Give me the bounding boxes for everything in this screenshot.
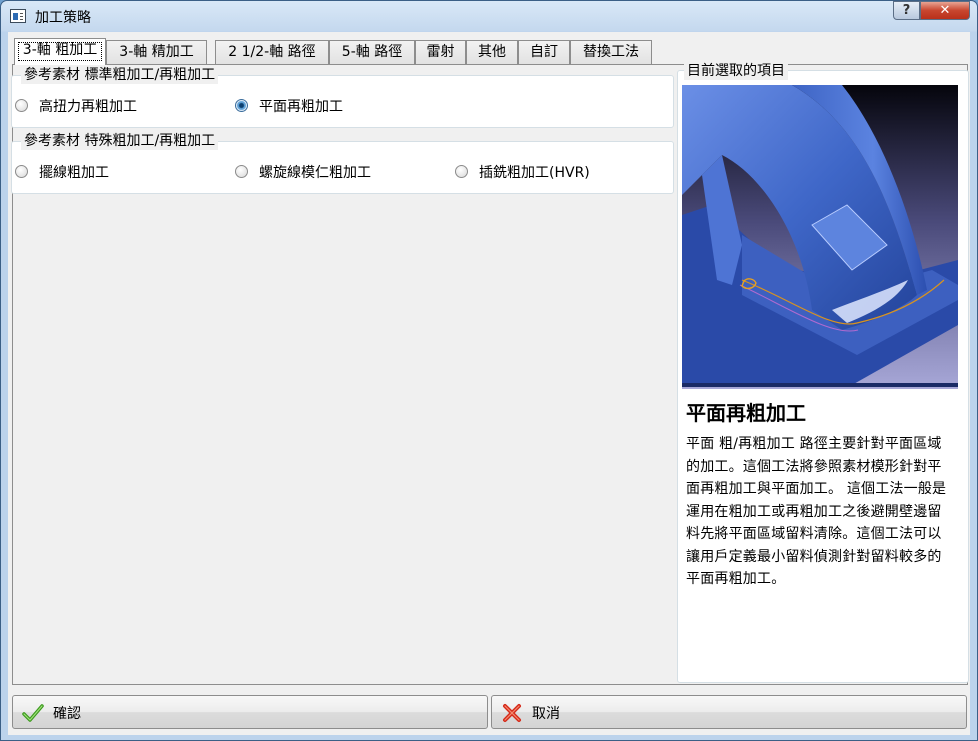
tab-5axis-path[interactable]: 5-軸 路徑 [329, 40, 415, 64]
radio-label: 螺旋線模仁粗加工 [259, 165, 371, 181]
radio-label: 高扭力再粗加工 [39, 99, 137, 115]
radio-selected-icon [235, 99, 248, 112]
group-standard-roughing: 參考素材 標準粗加工/再粗加工 高扭力再粗加工 平面再粗加工 [11, 66, 674, 128]
group-title: 參考素材 特殊粗加工/再粗加工 [21, 132, 219, 150]
tab-label: 其他 [478, 44, 506, 60]
tab-other[interactable]: 其他 [466, 40, 518, 64]
radio-unselected-icon [235, 165, 248, 178]
tab-label: 3-軸 精加工 [119, 44, 194, 60]
description-line: 面再粗加工與平面加工。 這個工法一般是 [686, 481, 947, 497]
help-button[interactable]: ? [893, 1, 920, 20]
tab-label: 2 1/2-軸 路徑 [228, 44, 316, 60]
description-line: 運用在粗加工或再粗加工之後避開壁邊留 [686, 503, 942, 520]
description-line: 料先將平面區域留料清除。這個工法可以 [686, 526, 942, 542]
cancel-button-label: 取消 [532, 706, 560, 722]
tab-laser[interactable]: 雷射 [415, 40, 466, 64]
description-line: 讓用戶定義最小留料偵測針對留料較多的 [686, 548, 942, 565]
radio-unselected-icon [15, 165, 28, 178]
tab-panel: 參考素材 標準粗加工/再粗加工 高扭力再粗加工 平面再粗加工 參考素材 特殊粗加… [11, 62, 969, 685]
app-icon [10, 9, 26, 23]
radio-label: 平面再粗加工 [259, 99, 343, 115]
tab-3axis-finishing[interactable]: 3-軸 精加工 [106, 40, 207, 64]
radio-spiral-core-roughing[interactable]: 螺旋線模仁粗加工 [235, 163, 425, 183]
radio-plunge-roughing-hvr[interactable]: 插銑粗加工(HVR) [455, 163, 645, 183]
cancel-x-icon [503, 704, 521, 722]
close-button[interactable]: ✕ [920, 1, 970, 20]
preview-description: 平面 粗/再粗加工 路徑主要針對平面區域 的加工。這個工法將參照素材模形針對平 … [686, 433, 962, 591]
tab-custom[interactable]: 自訂 [518, 40, 570, 64]
radio-label: 擺線粗加工 [39, 165, 109, 181]
tab-3axis-roughing[interactable]: 3-軸 粗加工 [14, 38, 106, 65]
radio-trochoidal-roughing[interactable]: 擺線粗加工 [15, 163, 195, 183]
description-line: 的加工。這個工法將參照素材模形針對平 [686, 458, 942, 475]
window-title: 加工策略 [35, 10, 91, 26]
group-title: 參考素材 標準粗加工/再粗加工 [21, 66, 219, 84]
dialog-window: 加工策略 ? ✕ 3-軸 粗加工 3-軸 精加工 2 1/2-軸 路徑 5-軸 … [0, 0, 978, 741]
ok-button-label: 確認 [53, 706, 81, 722]
tab-replace-method[interactable]: 替換工法 [570, 40, 652, 64]
radio-unselected-icon [15, 99, 28, 112]
ok-button[interactable]: 確認 [12, 695, 488, 729]
preview-title: 平面再粗加工 [686, 401, 806, 425]
preview-legend: 目前選取的項目 [684, 62, 788, 80]
cancel-button[interactable]: 取消 [491, 695, 967, 729]
title-bar[interactable]: 加工策略 ? ✕ [1, 1, 977, 31]
tab-label: 自訂 [530, 44, 558, 60]
dialog-client-area: 3-軸 粗加工 3-軸 精加工 2 1/2-軸 路徑 5-軸 路徑 雷射 其他 … [8, 32, 970, 735]
preview-panel: 目前選取的項目 平面再粗加工 平面 粗/再粗加工 路徑主要針對平面區域 的加工。… [677, 62, 969, 683]
tab-2-5axis-path[interactable]: 2 1/2-軸 路徑 [215, 40, 329, 64]
group-special-roughing: 參考素材 特殊粗加工/再粗加工 擺線粗加工 螺旋線模仁粗加工 插銑粗加工(HVR… [11, 132, 674, 194]
tab-label: 5-軸 路徑 [341, 44, 403, 60]
tab-focus-rect [18, 42, 102, 61]
description-line: 平面再粗加工。 [686, 571, 786, 587]
toolpath-preview-image [682, 85, 958, 389]
radio-high-torque-rerough[interactable]: 高扭力再粗加工 [15, 97, 195, 117]
radio-unselected-icon [455, 165, 468, 178]
description-line: 平面 粗/再粗加工 路徑主要針對平面區域 [686, 436, 942, 452]
tab-label: 替換工法 [583, 44, 639, 60]
radio-planar-rerough[interactable]: 平面再粗加工 [235, 97, 415, 117]
radio-label: 插銑粗加工(HVR) [479, 165, 590, 181]
checkmark-icon [22, 704, 44, 722]
tab-label: 雷射 [426, 44, 455, 60]
